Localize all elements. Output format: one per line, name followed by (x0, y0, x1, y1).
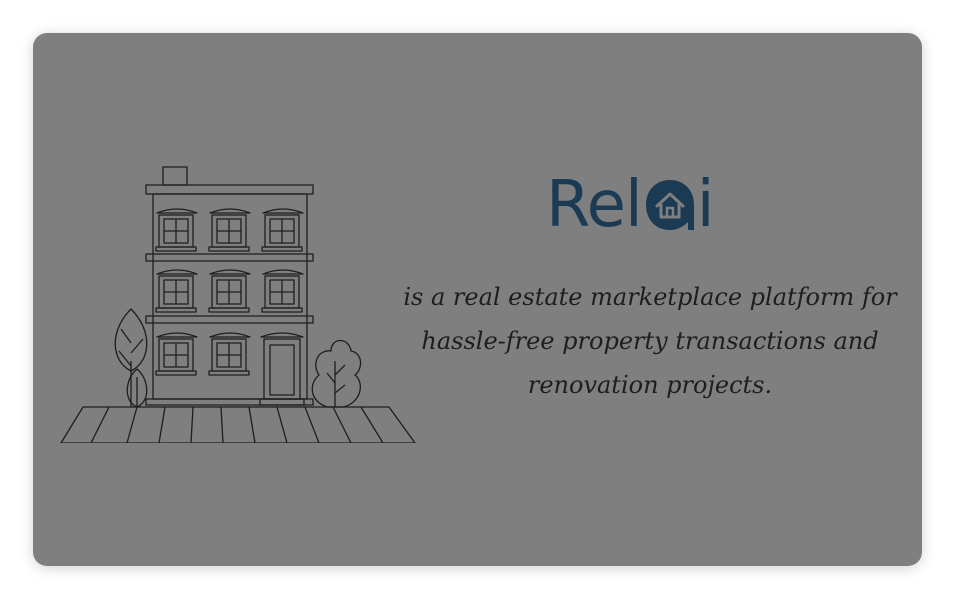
tagline-text: is a real estate marketplace platform fo… (403, 283, 897, 399)
logo-text-prefix: Rel (546, 168, 643, 242)
logo-text-suffix: i (696, 168, 715, 242)
modal-card: Rel i is a real estate marketplace platf… (33, 33, 922, 566)
house-in-circle-icon (645, 180, 694, 230)
relai-logo: Rel i (546, 168, 715, 242)
apartment-building-illustration (60, 166, 416, 443)
